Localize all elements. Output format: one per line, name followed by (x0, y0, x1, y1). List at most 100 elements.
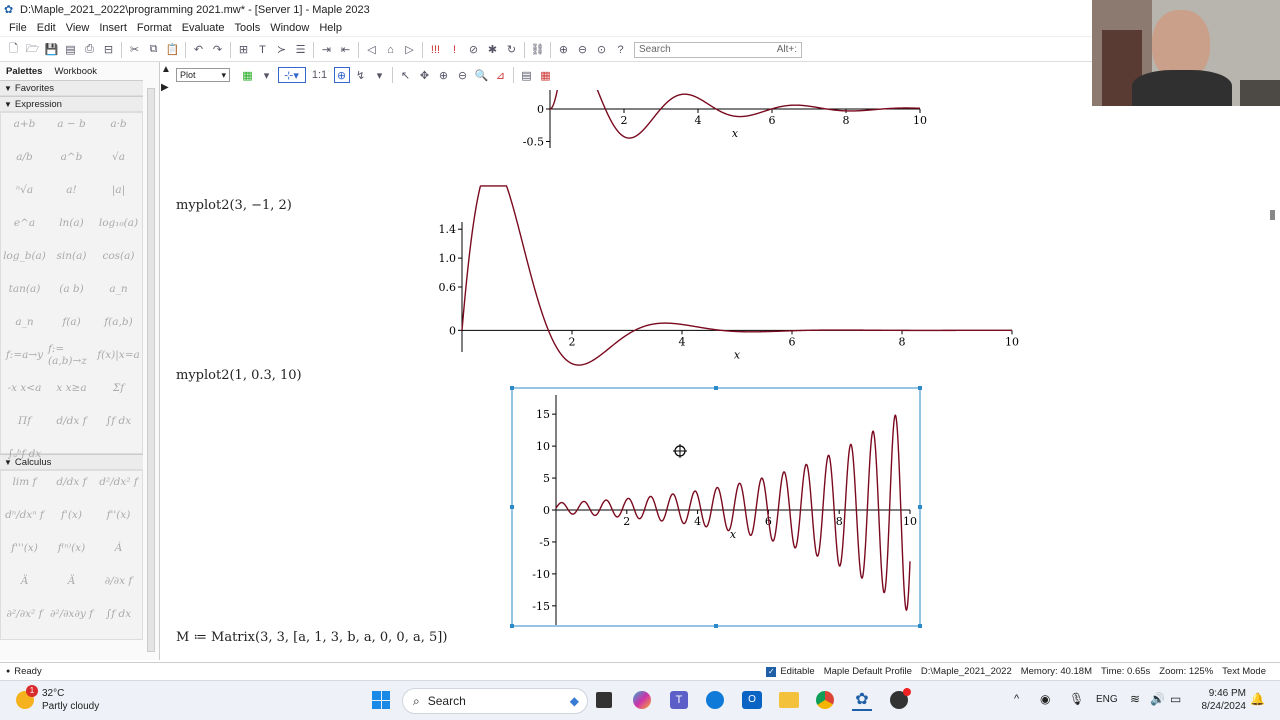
palette-item[interactable]: e^a (1, 212, 48, 234)
copy-icon[interactable]: ⧉ (146, 42, 162, 58)
math-mode-icon[interactable]: ⊞ (236, 42, 252, 58)
palette-item[interactable]: f⁽ⁿ⁾(x) (48, 537, 95, 559)
palette-item[interactable]: ∂²/∂x² f (1, 603, 48, 625)
document-scrollbar[interactable] (1266, 90, 1280, 652)
palette-item[interactable]: a·b (95, 113, 142, 135)
link-icon[interactable]: ⛓ (530, 42, 546, 58)
command-line-3[interactable]: M ≔ Matrix(3, 3, [a, 1, 3, b, a, 0, 0, a… (176, 630, 447, 645)
zoom-out-icon[interactable]: ⊖ (575, 42, 591, 58)
windows-start-icon[interactable] (372, 691, 390, 709)
palette-item[interactable]: Σf (95, 377, 142, 399)
zoom-plot-icon[interactable]: ⊕ (436, 67, 452, 83)
debug-icon[interactable]: ✱ (485, 42, 501, 58)
palette-item[interactable]: d/dx f (48, 471, 95, 493)
palette-item[interactable]: cos(a) (95, 245, 142, 267)
chevron-down-icon[interactable]: ▾ (372, 67, 388, 83)
palette-item[interactable]: Ä (1, 570, 48, 592)
palette-scrollbar[interactable] (147, 88, 155, 652)
language-indicator[interactable]: ENG (1096, 694, 1118, 705)
editable-checkbox[interactable]: ✓ (766, 666, 777, 677)
axes-style-icon[interactable]: ⊹▾ (277, 67, 306, 83)
notifications-icon[interactable]: 🔔 (1250, 692, 1265, 706)
file-explorer-icon[interactable] (779, 692, 799, 708)
battery-icon[interactable]: ▭ (1170, 692, 1181, 706)
cut-icon[interactable]: ✂ (127, 42, 143, 58)
tab-workbook[interactable]: Workbook (48, 66, 103, 77)
zoom-reset-icon[interactable]: ⊙ (594, 42, 610, 58)
app-icon[interactable] (890, 688, 911, 709)
menu-file[interactable]: File (4, 22, 32, 34)
palette-item[interactable]: d/dx f (48, 410, 95, 432)
palette-item[interactable]: f(a) (48, 311, 95, 333)
palette-item[interactable]: |a| (95, 179, 142, 201)
outlook-icon[interactable]: O (742, 691, 762, 709)
command-line-1[interactable]: myplot2(3, −1, 2) (176, 198, 292, 213)
new-document-icon[interactable]: 🗋 (6, 42, 22, 58)
edge-icon[interactable] (706, 691, 724, 709)
palette-item[interactable]: sin(a) (48, 245, 95, 267)
menu-edit[interactable]: Edit (32, 22, 61, 34)
palette-item[interactable]: Ä (48, 570, 95, 592)
teams-icon[interactable]: T (670, 691, 688, 709)
palette-item[interactable]: f(a,b) (95, 311, 142, 333)
tab-palettes[interactable]: Palettes (0, 66, 48, 77)
palette-item[interactable]: √a (95, 146, 142, 168)
expand-panel-icon[interactable]: ▶ (161, 82, 169, 93)
pan-icon[interactable]: ✥ (417, 67, 433, 83)
home-icon[interactable]: ⌂ (383, 42, 399, 58)
palette-item[interactable]: log₁₀(a) (95, 212, 142, 234)
execution-group-icon[interactable]: ≻ (274, 42, 290, 58)
grid-icon[interactable]: ▦ (240, 67, 256, 83)
chevron-down-icon[interactable]: ▾ (259, 67, 275, 83)
wifi-icon[interactable]: ≋ (1130, 692, 1140, 706)
magnify-icon[interactable]: 🔍 (474, 67, 490, 83)
palette-item[interactable]: a^b (48, 146, 95, 168)
forward-icon[interactable]: ▷ (402, 42, 418, 58)
palette-item[interactable]: x x≥a (48, 377, 95, 399)
menu-format[interactable]: Format (132, 22, 177, 34)
outdent-icon[interactable]: ⇤ (338, 42, 354, 58)
palette-item[interactable]: f(x)|x=a (95, 344, 142, 366)
weather-widget[interactable]: 32°C Partly cloudy (42, 687, 99, 713)
maple-taskbar-icon[interactable]: ✿ (852, 689, 872, 711)
stop-icon[interactable]: ⊘ (466, 42, 482, 58)
undo-icon[interactable]: ↶ (191, 42, 207, 58)
ratio-button[interactable]: 1:1 (309, 67, 331, 83)
indent-icon[interactable]: ⇥ (319, 42, 335, 58)
palette-item[interactable]: (a b) (48, 278, 95, 300)
taskbar-search[interactable]: ⌕ Search ◆ (402, 688, 588, 714)
palette-item[interactable]: f'(x) (48, 504, 95, 526)
weather-icon[interactable]: 1 (14, 685, 40, 713)
grid-lines-icon[interactable]: ▦ (538, 67, 554, 83)
list-icon[interactable]: ☰ (293, 42, 309, 58)
palette-item[interactable]: d²/dx² f (95, 471, 142, 493)
microphone-icon[interactable]: 🎙 (1069, 692, 1084, 706)
zoom-plot-out-icon[interactable]: ⊖ (455, 67, 471, 83)
back-icon[interactable]: ◁ (364, 42, 380, 58)
palette-item[interactable]: a! (48, 179, 95, 201)
zoom-in-icon[interactable]: ⊕ (556, 42, 572, 58)
palette-item[interactable]: a_n (95, 278, 142, 300)
palette-item[interactable]: ln(a) (48, 212, 95, 234)
palette-item[interactable]: dⁿ/dxⁿ f (1, 504, 48, 526)
chrome-icon[interactable] (816, 691, 834, 709)
redo-icon[interactable]: ↷ (210, 42, 226, 58)
palette-calculus-header[interactable]: ▼ Calculus (0, 454, 143, 470)
task-view-icon[interactable] (596, 692, 612, 708)
search-input[interactable]: Search Alt+: (634, 41, 802, 58)
palette-item[interactable]: a − b (48, 113, 95, 135)
menu-evaluate[interactable]: Evaluate (177, 22, 230, 34)
menu-tools[interactable]: Tools (230, 22, 266, 34)
legend-icon[interactable]: ▤ (519, 67, 535, 83)
pointer-icon[interactable]: ↖ (398, 67, 414, 83)
text-mode-icon[interactable]: T (255, 42, 271, 58)
save-as-icon[interactable]: ▤ (63, 42, 79, 58)
palette-item[interactable]: Ȧ (95, 537, 142, 559)
copilot-icon[interactable] (633, 691, 651, 709)
plot-type-select[interactable]: Plot ▾ (176, 68, 230, 82)
menu-view[interactable]: View (61, 22, 95, 34)
palette-item[interactable]: f'''(x) (1, 537, 48, 559)
probe-icon[interactable]: ⊕ (333, 67, 350, 83)
palette-item[interactable]: ∂/∂x f (95, 570, 142, 592)
restart-icon[interactable]: ↻ (504, 42, 520, 58)
